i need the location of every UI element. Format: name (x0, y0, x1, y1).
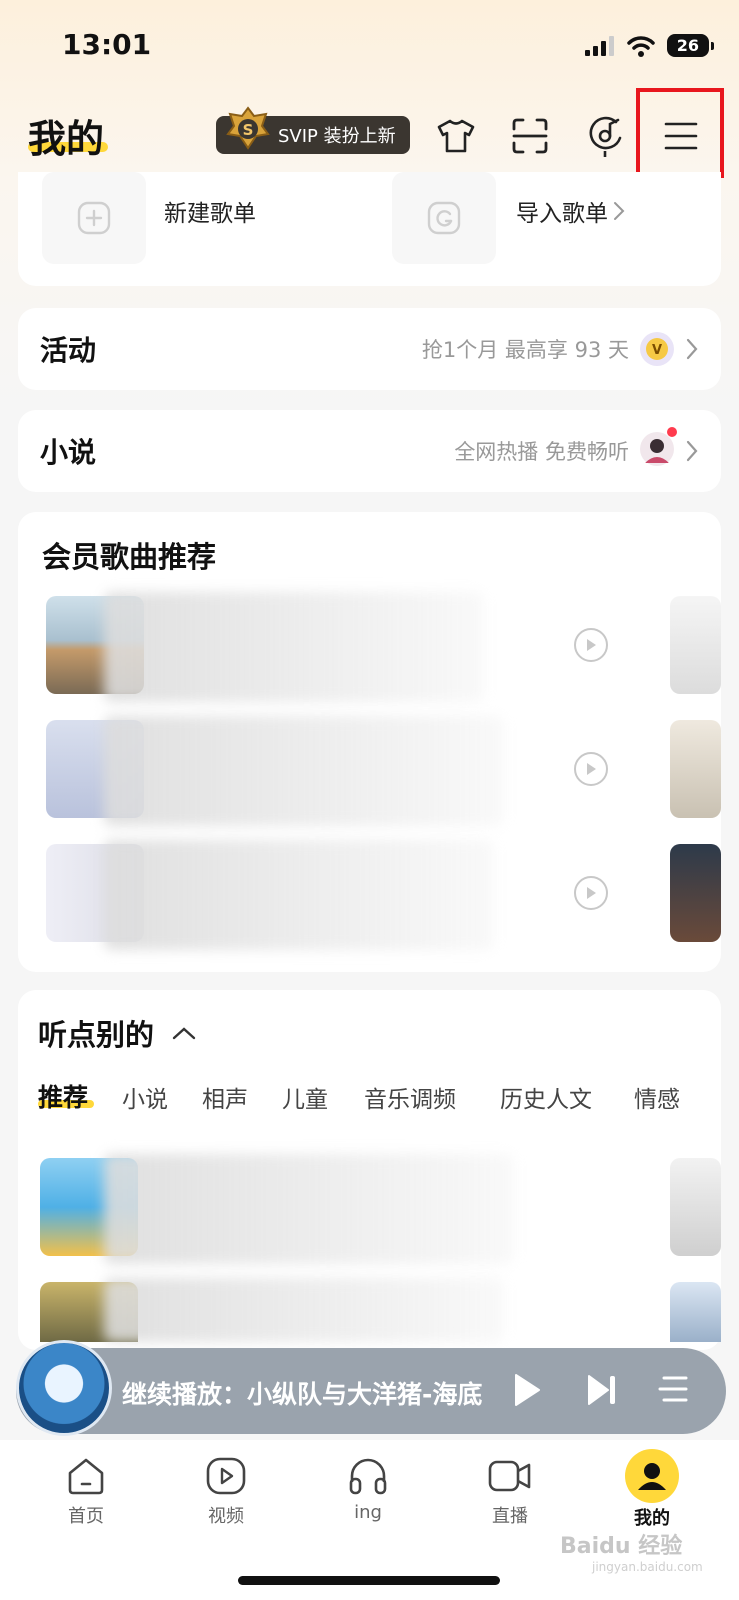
chevron-up-icon (172, 1027, 196, 1040)
menu-highlight-box (636, 88, 724, 178)
play-icon (587, 639, 596, 651)
add-playlist-icon (77, 201, 111, 235)
playlist-actions-card: 新建歌单 导入歌单 (18, 172, 721, 286)
play-icon (515, 1374, 540, 1406)
live-camera-icon (488, 1460, 531, 1492)
import-playlist-tile[interactable] (392, 172, 496, 264)
play-mv-button[interactable] (574, 752, 608, 786)
nav-mine-label: 我的 (634, 1508, 670, 1529)
vip-songs-card: 会员歌曲推荐 (18, 512, 721, 972)
skip-next-icon (588, 1375, 615, 1405)
chevron-right-icon (686, 440, 698, 462)
nav-home[interactable]: 首页 (36, 1456, 136, 1528)
nav-mine[interactable]: 我的 (602, 1449, 702, 1530)
svip-label: SVIP 装扮上新 (278, 126, 396, 147)
recognize-music-button[interactable] (582, 112, 630, 160)
music-recognition-icon (589, 116, 622, 157)
play-icon (587, 763, 596, 775)
nav-home-label: 首页 (68, 1506, 104, 1527)
activity-row[interactable]: 活动 抢1个月 最高享 93 天 V (18, 308, 721, 390)
listen-other-card: 听点别的 推荐 小说 相声 儿童 音乐调频 历史人文 情感 (18, 990, 721, 1350)
novel-avatar-wrap (629, 427, 677, 471)
audio-info-blurred[interactable] (104, 1154, 514, 1264)
next-track-button[interactable] (586, 1372, 618, 1412)
play-mv-button[interactable] (574, 628, 608, 662)
svip-badge-icon: S (226, 106, 270, 150)
playlist-queue-button[interactable] (656, 1372, 690, 1410)
novel-title: 小说 (40, 436, 97, 469)
tab-history[interactable]: 历史人文 (500, 1080, 592, 1114)
wifi-icon (626, 35, 655, 57)
playlist-icon (658, 1376, 688, 1402)
tab-children[interactable]: 儿童 (282, 1080, 328, 1114)
tab-crosstalk[interactable]: 相声 (202, 1080, 248, 1114)
nav-video[interactable]: 视频 (176, 1456, 276, 1528)
song-cover[interactable] (670, 844, 721, 942)
tshirt-icon (437, 119, 475, 153)
song-info-blurred[interactable] (104, 716, 504, 826)
now-playing-title[interactable]: 继续播放：小纵队与大洋猪-海底 (122, 1375, 482, 1411)
cellular-signal-icon (584, 35, 614, 56)
nav-ing-label: ing (354, 1502, 382, 1523)
video-play-icon (206, 1457, 246, 1495)
vip-badge-icon: V (640, 332, 674, 366)
status-time: 13:01 (62, 28, 152, 61)
import-playlist-link[interactable]: 导入歌单 (516, 194, 626, 228)
baidu-watermark: Baidu 经验 (560, 1534, 683, 1559)
song-cover[interactable] (670, 720, 721, 818)
nav-live-label: 直播 (492, 1506, 528, 1527)
scan-button[interactable] (506, 112, 554, 160)
nav-video-label: 视频 (208, 1506, 244, 1527)
svg-text:S: S (243, 121, 254, 139)
page-title: 我的 (28, 117, 105, 161)
svg-text:V: V (652, 343, 662, 358)
home-icon (68, 1458, 104, 1495)
tab-emotion[interactable]: 情感 (634, 1080, 680, 1114)
chevron-right-icon (686, 338, 698, 360)
tab-novel[interactable]: 小说 (122, 1080, 168, 1114)
headphones-icon (349, 1458, 387, 1495)
audio-cover[interactable] (670, 1158, 721, 1256)
battery-indicator: 26 (666, 34, 715, 57)
new-playlist-tile[interactable] (42, 172, 146, 264)
nav-live[interactable]: 直播 (460, 1456, 560, 1528)
tab-music-radio[interactable]: 音乐调频 (364, 1080, 456, 1114)
play-icon (587, 887, 596, 899)
tshirt-skin-button[interactable] (432, 112, 480, 160)
baidu-watermark-url: jingyan.baidu.com (592, 1560, 703, 1574)
nav-ing[interactable]: ing (318, 1456, 418, 1523)
activity-subtitle: 抢1个月 最高享 93 天 (421, 338, 629, 362)
notification-dot (667, 427, 677, 437)
activity-title: 活动 (40, 334, 97, 367)
song-cover[interactable] (670, 596, 721, 694)
mine-avatar-icon (625, 1449, 679, 1503)
novel-subtitle: 全网热播 免费畅听 (454, 440, 629, 464)
play-button[interactable] (512, 1372, 542, 1412)
import-playlist-icon (427, 201, 461, 235)
home-indicator (238, 1576, 500, 1585)
song-info-blurred[interactable] (104, 592, 484, 702)
now-playing-cover[interactable] (16, 1340, 112, 1436)
song-info-blurred[interactable] (104, 840, 494, 950)
audio-info-blurred[interactable] (104, 1278, 504, 1342)
audio-cover[interactable] (670, 1282, 721, 1342)
listen-other-title: 听点别的 (38, 1018, 155, 1052)
vip-songs-title: 会员歌曲推荐 (42, 540, 217, 574)
status-indicators: 26 (584, 34, 715, 57)
new-playlist-label[interactable]: 新建歌单 (164, 194, 256, 228)
play-mv-button[interactable] (574, 876, 608, 910)
chevron-right-icon (614, 202, 625, 220)
tab-recommend[interactable]: 推荐 (38, 1078, 88, 1114)
import-playlist-label: 导入歌单 (516, 201, 608, 227)
novel-row[interactable]: 小说 全网热播 免费畅听 (18, 410, 721, 492)
scan-icon (512, 118, 548, 154)
listen-other-header[interactable]: 听点别的 (38, 1012, 196, 1054)
